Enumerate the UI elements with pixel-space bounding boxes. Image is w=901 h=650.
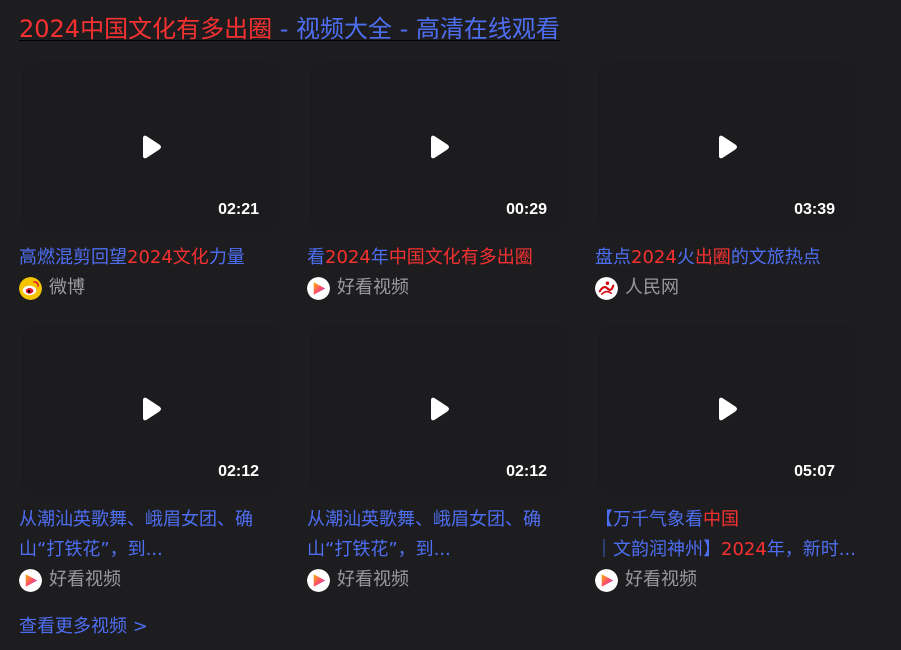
haokan-icon — [595, 568, 618, 592]
video-grid: 02:21 高燃混剪回望2024文化力量 微博 00:29 看2024年中国文化有多出圈… — [19, 59, 859, 592]
video-thumbnail[interactable]: 05:07 — [595, 321, 859, 497]
video-duration: 02:12 — [218, 463, 259, 480]
title-keyword-highlight: 出圈 — [694, 247, 731, 268]
video-card[interactable]: 00:29 看2024年中国文化有多出圈好看视频 — [307, 59, 571, 321]
title-text: 【万千气象看 — [595, 509, 703, 530]
video-card[interactable]: 05:07 【万千气象看中国 ｜文韵润神州】2024年，新时... 好看视频 — [595, 321, 859, 592]
results-title-link[interactable]: 2024中国文化有多出圈 - 视频大全 - 高清在线观看 — [19, 13, 560, 45]
video-source-name: 好看视频 — [337, 277, 409, 298]
video-duration: 00:29 — [506, 201, 547, 218]
video-card[interactable]: 03:39 盘点2024火出圈的文旅热点人民网 — [595, 59, 859, 321]
title-highlight: 2024中国文化有多出圈 — [19, 15, 273, 43]
title-text: ｜文韵润神州】 — [595, 539, 721, 560]
video-thumbnail[interactable]: 02:21 — [19, 59, 283, 235]
video-thumbnail[interactable]: 02:12 — [19, 321, 283, 497]
title-text: 高燃混剪回望 — [19, 247, 127, 268]
video-thumbnail[interactable]: 02:12 — [307, 321, 571, 497]
title-text: 从潮汕英歌舞、峨眉女团、确山“打铁花”，到... — [19, 509, 253, 560]
play-icon[interactable] — [716, 135, 738, 159]
title-text: 力量 — [208, 247, 245, 268]
haokan-icon — [307, 568, 330, 592]
video-title-link[interactable]: 【万千气象看中国 ｜文韵润神州】2024年，新时... — [595, 505, 859, 565]
play-icon[interactable] — [428, 397, 450, 421]
title-keyword-highlight: 2024 — [325, 247, 371, 268]
video-thumbnail[interactable]: 00:29 — [307, 59, 571, 235]
video-source: 好看视频 — [307, 565, 571, 595]
title-text: 盘点 — [595, 247, 631, 268]
haokan-icon — [19, 568, 42, 592]
title-rest: - 视频大全 - 高清在线观看 — [272, 15, 560, 43]
video-source-name: 好看视频 — [49, 569, 121, 590]
video-source-name: 微博 — [49, 277, 85, 298]
video-duration: 05:07 — [794, 463, 835, 480]
title-keyword-highlight: 2024 — [631, 247, 677, 268]
play-icon[interactable] — [428, 135, 450, 159]
video-title-link[interactable]: 高燃混剪回望2024文化力量 — [19, 243, 283, 273]
video-results-panel: 2024中国文化有多出圈 - 视频大全 - 高清在线观看 02:21 高燃混剪回望… — [0, 0, 901, 650]
title-text: 的文旅热点 — [730, 247, 821, 268]
weibo-icon — [19, 276, 42, 300]
title-keyword-highlight: 2024文化 — [127, 247, 209, 268]
video-title-link[interactable]: 看2024年中国文化有多出圈 — [307, 243, 571, 273]
play-icon[interactable] — [716, 397, 738, 421]
video-title-link[interactable]: 盘点2024火出圈的文旅热点 — [595, 243, 859, 273]
video-duration: 03:39 — [794, 201, 835, 218]
title-keyword-highlight: 2024 — [721, 539, 767, 560]
title-text: 年，新时... — [766, 539, 856, 560]
video-source-name: 好看视频 — [625, 569, 697, 590]
video-source: 微博 — [19, 273, 283, 303]
view-more-videos-link[interactable]: 查看更多视频 > — [19, 612, 148, 642]
video-thumbnail[interactable]: 03:39 — [595, 59, 859, 235]
video-source: 好看视频 — [307, 273, 571, 303]
video-duration: 02:21 — [218, 201, 259, 218]
play-icon[interactable] — [140, 397, 162, 421]
haokan-icon — [307, 276, 330, 300]
video-card[interactable]: 02:12 从潮汕英歌舞、峨眉女团、确山“打铁花”，到... 好看视频 — [19, 321, 283, 592]
title-text: 年 — [370, 247, 389, 268]
title-text: 火 — [676, 247, 695, 268]
video-card[interactable]: 02:21 高燃混剪回望2024文化力量微博 — [19, 59, 283, 321]
title-keyword-highlight: 中国 — [703, 509, 739, 530]
video-source: 好看视频 — [595, 565, 859, 595]
video-source: 人民网 — [595, 273, 859, 303]
video-title-link[interactable]: 从潮汕英歌舞、峨眉女团、确山“打铁花”，到... — [307, 505, 571, 565]
video-duration: 02:12 — [506, 463, 547, 480]
video-card[interactable]: 02:12 从潮汕英歌舞、峨眉女团、确山“打铁花”，到... 好看视频 — [307, 321, 571, 592]
title-text: 从潮汕英歌舞、峨眉女团、确山“打铁花”，到... — [307, 509, 541, 560]
peoples-daily-icon — [595, 276, 618, 300]
video-title-link[interactable]: 从潮汕英歌舞、峨眉女团、确山“打铁花”，到... — [19, 505, 283, 565]
video-source-name: 好看视频 — [337, 569, 409, 590]
play-icon[interactable] — [140, 135, 162, 159]
video-source-name: 人民网 — [625, 277, 679, 298]
title-keyword-highlight: 中国文化有多出圈 — [388, 247, 533, 268]
title-text: 看 — [307, 247, 325, 268]
video-source: 好看视频 — [19, 565, 283, 595]
